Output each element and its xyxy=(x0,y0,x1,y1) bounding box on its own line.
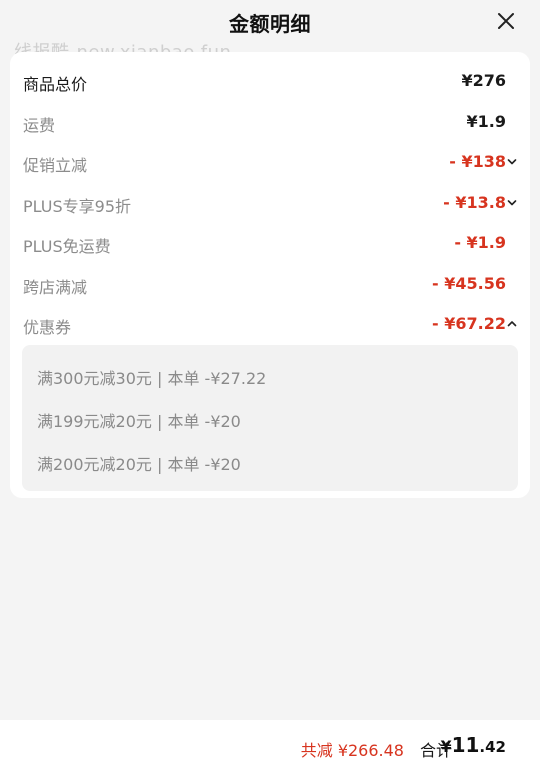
row-coupon[interactable]: 优惠券 - ¥67.22 xyxy=(23,309,518,341)
plus-discount-value: - ¥13.8 xyxy=(443,193,506,212)
plus-discount-label: PLUS专享95折 xyxy=(23,197,131,216)
promotion-value: - ¥138 xyxy=(449,152,506,171)
total-currency: ¥ xyxy=(440,737,452,756)
page-title: 金额明细 xyxy=(229,12,311,36)
cross-store-value: - ¥45.56 xyxy=(432,274,506,293)
chevron-up-icon[interactable] xyxy=(507,319,517,329)
coupon-value: - ¥67.22 xyxy=(432,314,506,333)
coupon-list: 满300元减30元 | 本单 -¥27.22 满199元减20元 | 本单 -¥… xyxy=(22,345,518,491)
amount-detail-card: 商品总价 ¥276 运费 ¥1.9 促销立减 - ¥138 PLUS专享95折 … xyxy=(10,52,530,498)
goods-total-value: ¥276 xyxy=(461,71,506,90)
coupon-item: 满300元减30元 | 本单 -¥27.22 xyxy=(37,369,267,388)
goods-total-label: 商品总价 xyxy=(23,75,88,94)
row-shipping: 运费 ¥1.9 xyxy=(23,107,518,139)
row-plus-discount[interactable]: PLUS专享95折 - ¥13.8 xyxy=(23,188,518,220)
footer-bar: 共减 ¥266.48 合计 ¥11.42 xyxy=(0,720,540,774)
close-button[interactable] xyxy=(494,9,518,33)
coupon-label: 优惠券 xyxy=(23,318,72,337)
coupon-item: 满199元减20元 | 本单 -¥20 xyxy=(37,412,241,431)
shipping-label: 运费 xyxy=(23,116,56,135)
shipping-value: ¥1.9 xyxy=(466,112,506,131)
chevron-down-icon[interactable] xyxy=(507,157,517,167)
row-goods-total: 商品总价 ¥276 xyxy=(23,66,518,98)
total-amount: ¥11.42 xyxy=(440,733,506,757)
plus-free-shipping-value: - ¥1.9 xyxy=(454,233,506,252)
total-decimal: .42 xyxy=(479,738,506,756)
close-icon xyxy=(498,13,514,29)
total-saved: 共减 ¥266.48 xyxy=(300,741,404,760)
promotion-label: 促销立减 xyxy=(23,156,88,175)
row-promotion[interactable]: 促销立减 - ¥138 xyxy=(23,147,518,179)
plus-free-shipping-label: PLUS免运费 xyxy=(23,237,111,256)
row-cross-store: 跨店满减 - ¥45.56 xyxy=(23,269,518,301)
total-integer: 11 xyxy=(451,733,480,757)
coupon-item: 满200元减20元 | 本单 -¥20 xyxy=(37,455,241,474)
row-plus-free-shipping: PLUS免运费 - ¥1.9 xyxy=(23,228,518,260)
cross-store-label: 跨店满减 xyxy=(23,278,88,297)
chevron-down-icon[interactable] xyxy=(507,198,517,208)
